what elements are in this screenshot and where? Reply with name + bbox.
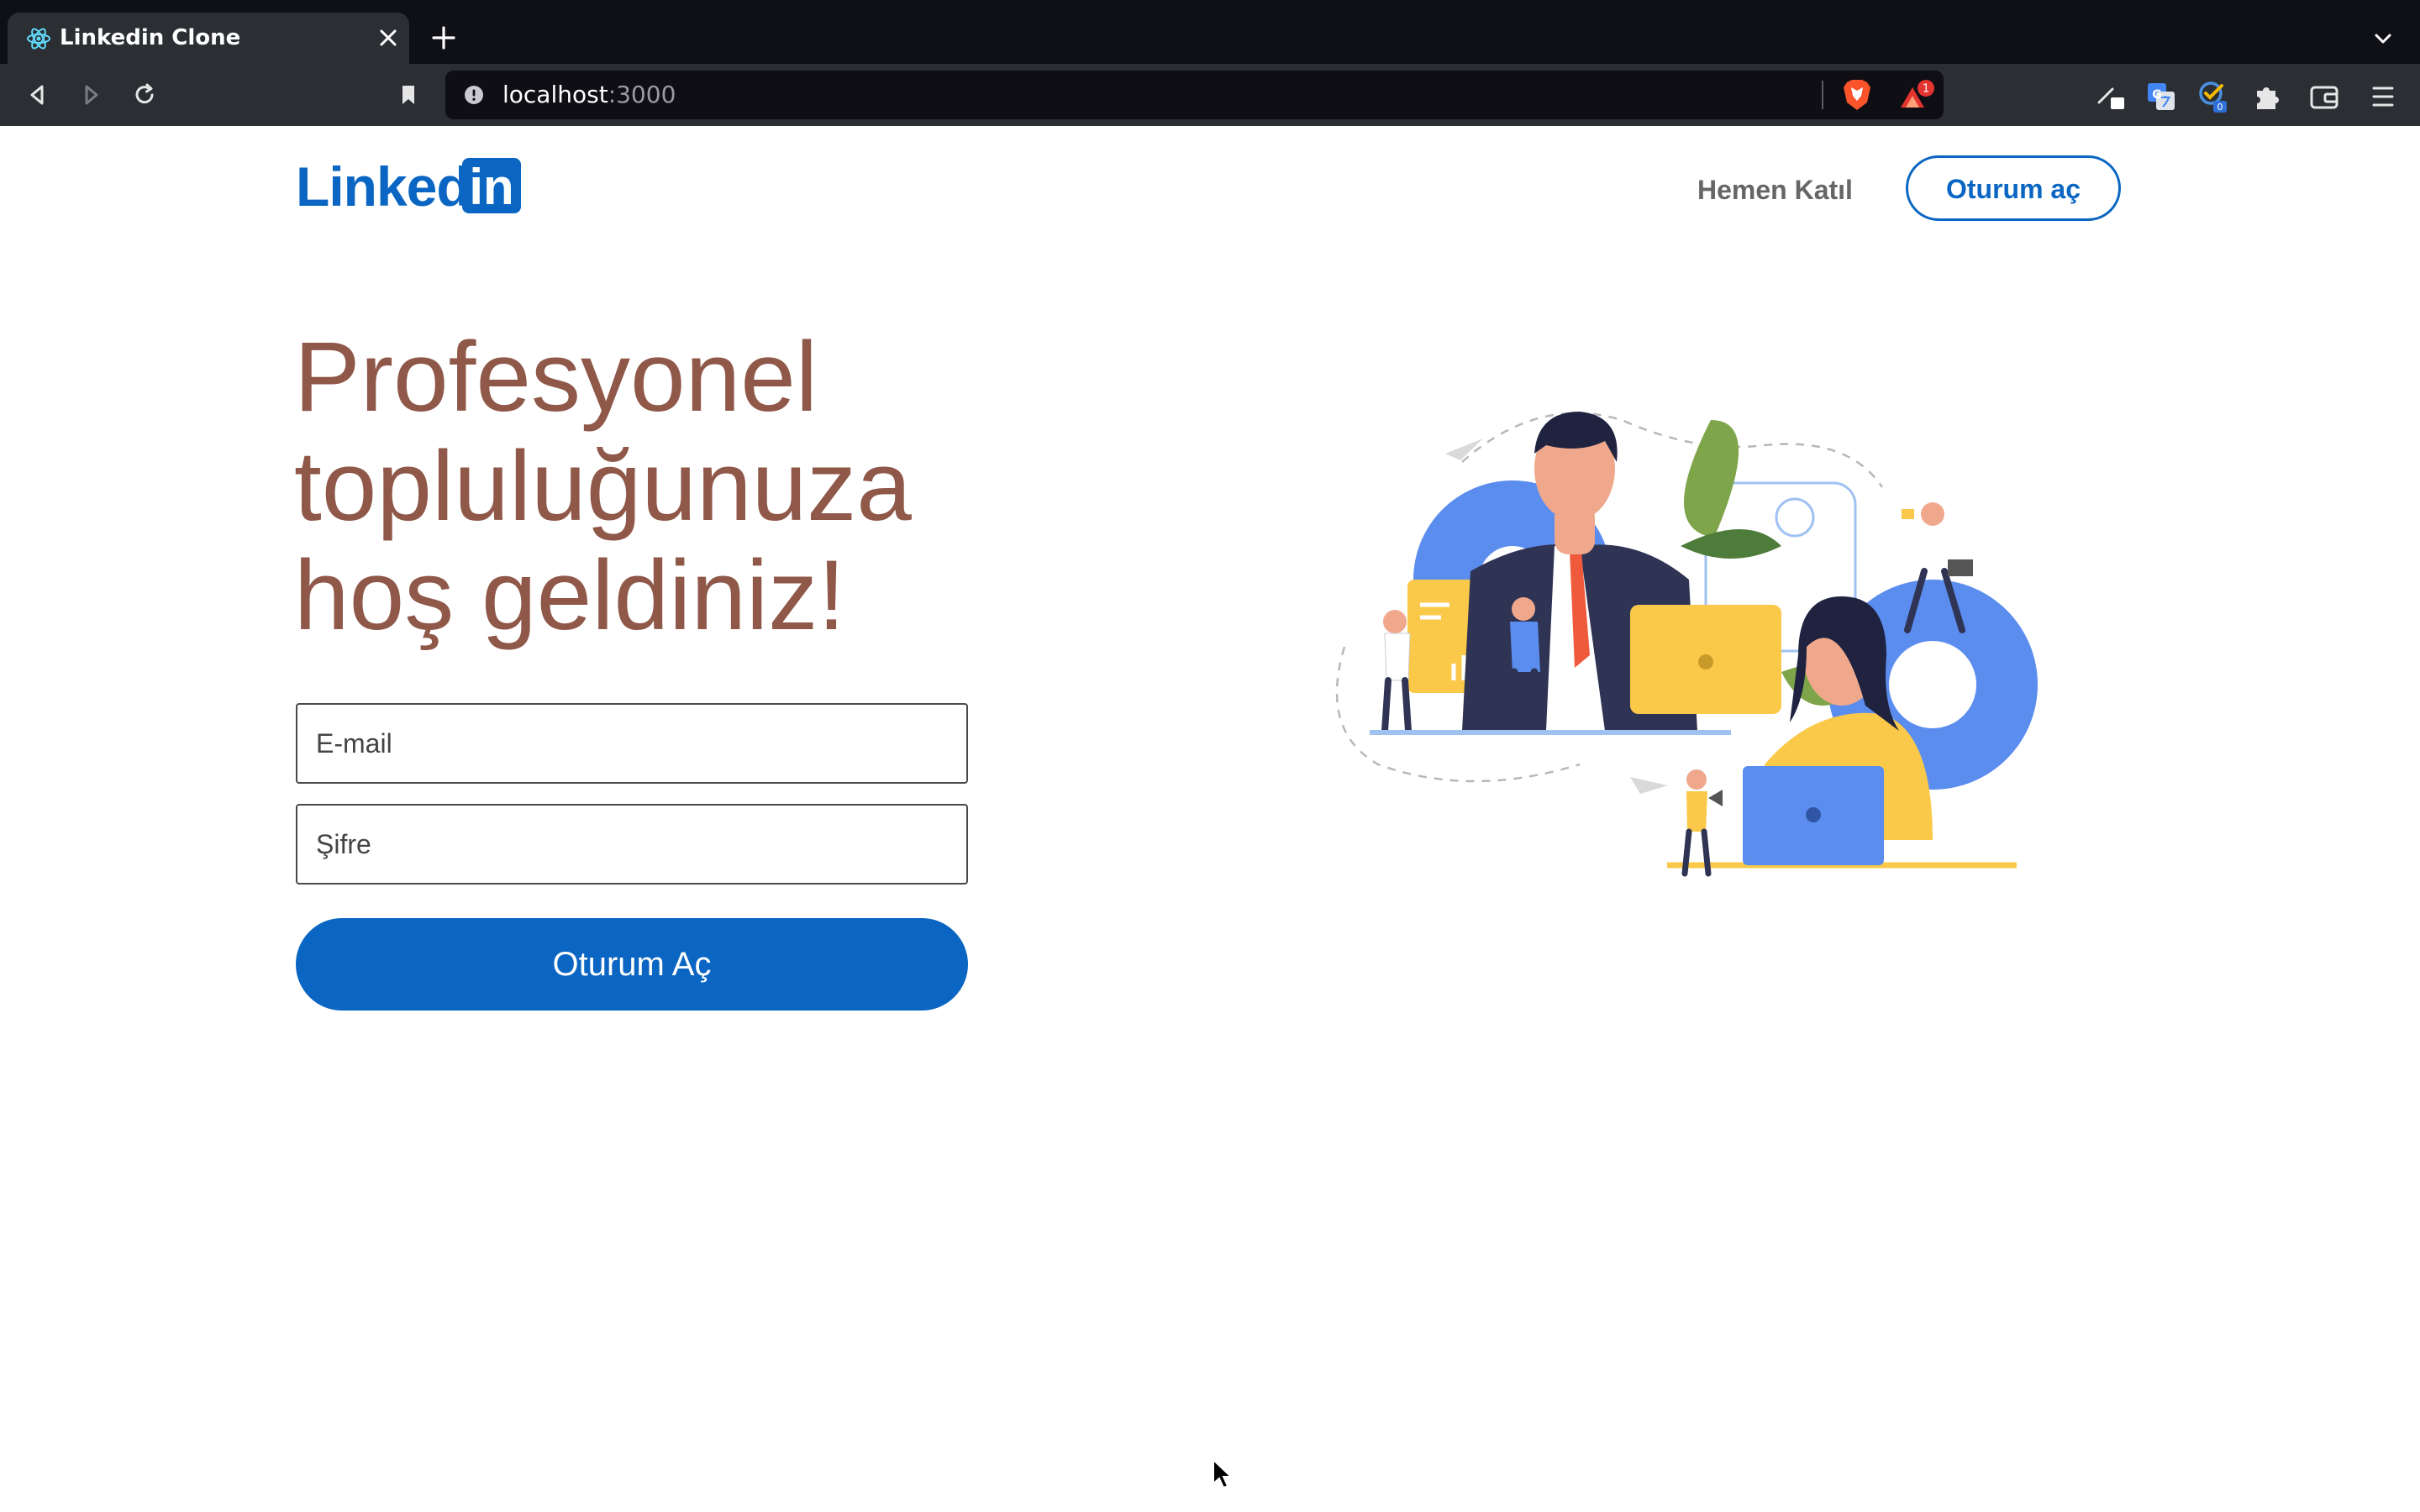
url-text[interactable]: localhost:3000 xyxy=(502,81,676,108)
tab-title: Linkedin Clone xyxy=(60,25,241,50)
puzzle-extensions-icon[interactable] xyxy=(2252,81,2284,113)
browser-tab[interactable]: Linkedin Clone xyxy=(8,13,409,64)
plus-icon[interactable] xyxy=(431,25,456,50)
welcome-headline: Profesyonel topluluğunuza hoş geldiniz! xyxy=(294,323,1050,650)
browser-tab-strip: Linkedin Clone xyxy=(0,0,2420,64)
google-translate-icon[interactable]: G xyxy=(2145,81,2177,113)
headline-line: Profesyonel xyxy=(294,322,818,433)
hamburger-menu-icon[interactable] xyxy=(2367,81,2399,113)
browser-toolbar: localhost:3000 1 G 0 xyxy=(0,64,2420,126)
mouse-cursor-icon xyxy=(1213,1458,1234,1489)
wallet-icon[interactable] xyxy=(2308,81,2340,113)
brave-shields-icon[interactable] xyxy=(1842,79,1872,111)
react-atom-icon xyxy=(27,28,50,50)
back-icon[interactable] xyxy=(24,81,52,109)
email-field[interactable] xyxy=(296,703,968,784)
url-divider xyxy=(1822,81,1823,109)
forward-icon[interactable] xyxy=(76,81,105,109)
header-signin-button[interactable]: Oturum aç xyxy=(1906,155,2121,221)
pen-extension-icon[interactable] xyxy=(2096,81,2128,113)
chevron-down-icon[interactable] xyxy=(2373,29,2393,49)
headline-line: hoş geldiniz! xyxy=(294,540,845,651)
url-port: :3000 xyxy=(608,81,676,108)
bookmark-icon[interactable] xyxy=(394,81,423,109)
signin-submit-button[interactable]: Oturum Aç xyxy=(296,918,968,1011)
reload-icon[interactable] xyxy=(130,81,159,109)
password-field[interactable] xyxy=(296,804,968,885)
site-info-icon[interactable] xyxy=(464,85,484,105)
url-host: localhost xyxy=(502,81,608,108)
extension-badge-count: 0 xyxy=(2217,102,2223,113)
address-bar[interactable]: localhost:3000 1 xyxy=(445,71,1944,119)
login-page: Linked in Hemen Katıl Oturum aç Profesyo… xyxy=(0,126,2420,1512)
logo-in-box: in xyxy=(462,158,521,215)
brave-rewards-icon[interactable]: 1 xyxy=(1897,79,1936,113)
close-icon[interactable] xyxy=(377,27,399,49)
hero-illustration xyxy=(1335,412,2038,877)
svg-text:G: G xyxy=(2152,88,2162,102)
join-now-link[interactable]: Hemen Katıl xyxy=(1697,175,1853,205)
headline-line: topluluğunuza xyxy=(294,431,912,542)
rewards-badge-count: 1 xyxy=(1923,83,1929,96)
todo-check-extension-icon[interactable]: 0 xyxy=(2196,81,2228,113)
logo-wordmark: Linked xyxy=(296,155,471,218)
